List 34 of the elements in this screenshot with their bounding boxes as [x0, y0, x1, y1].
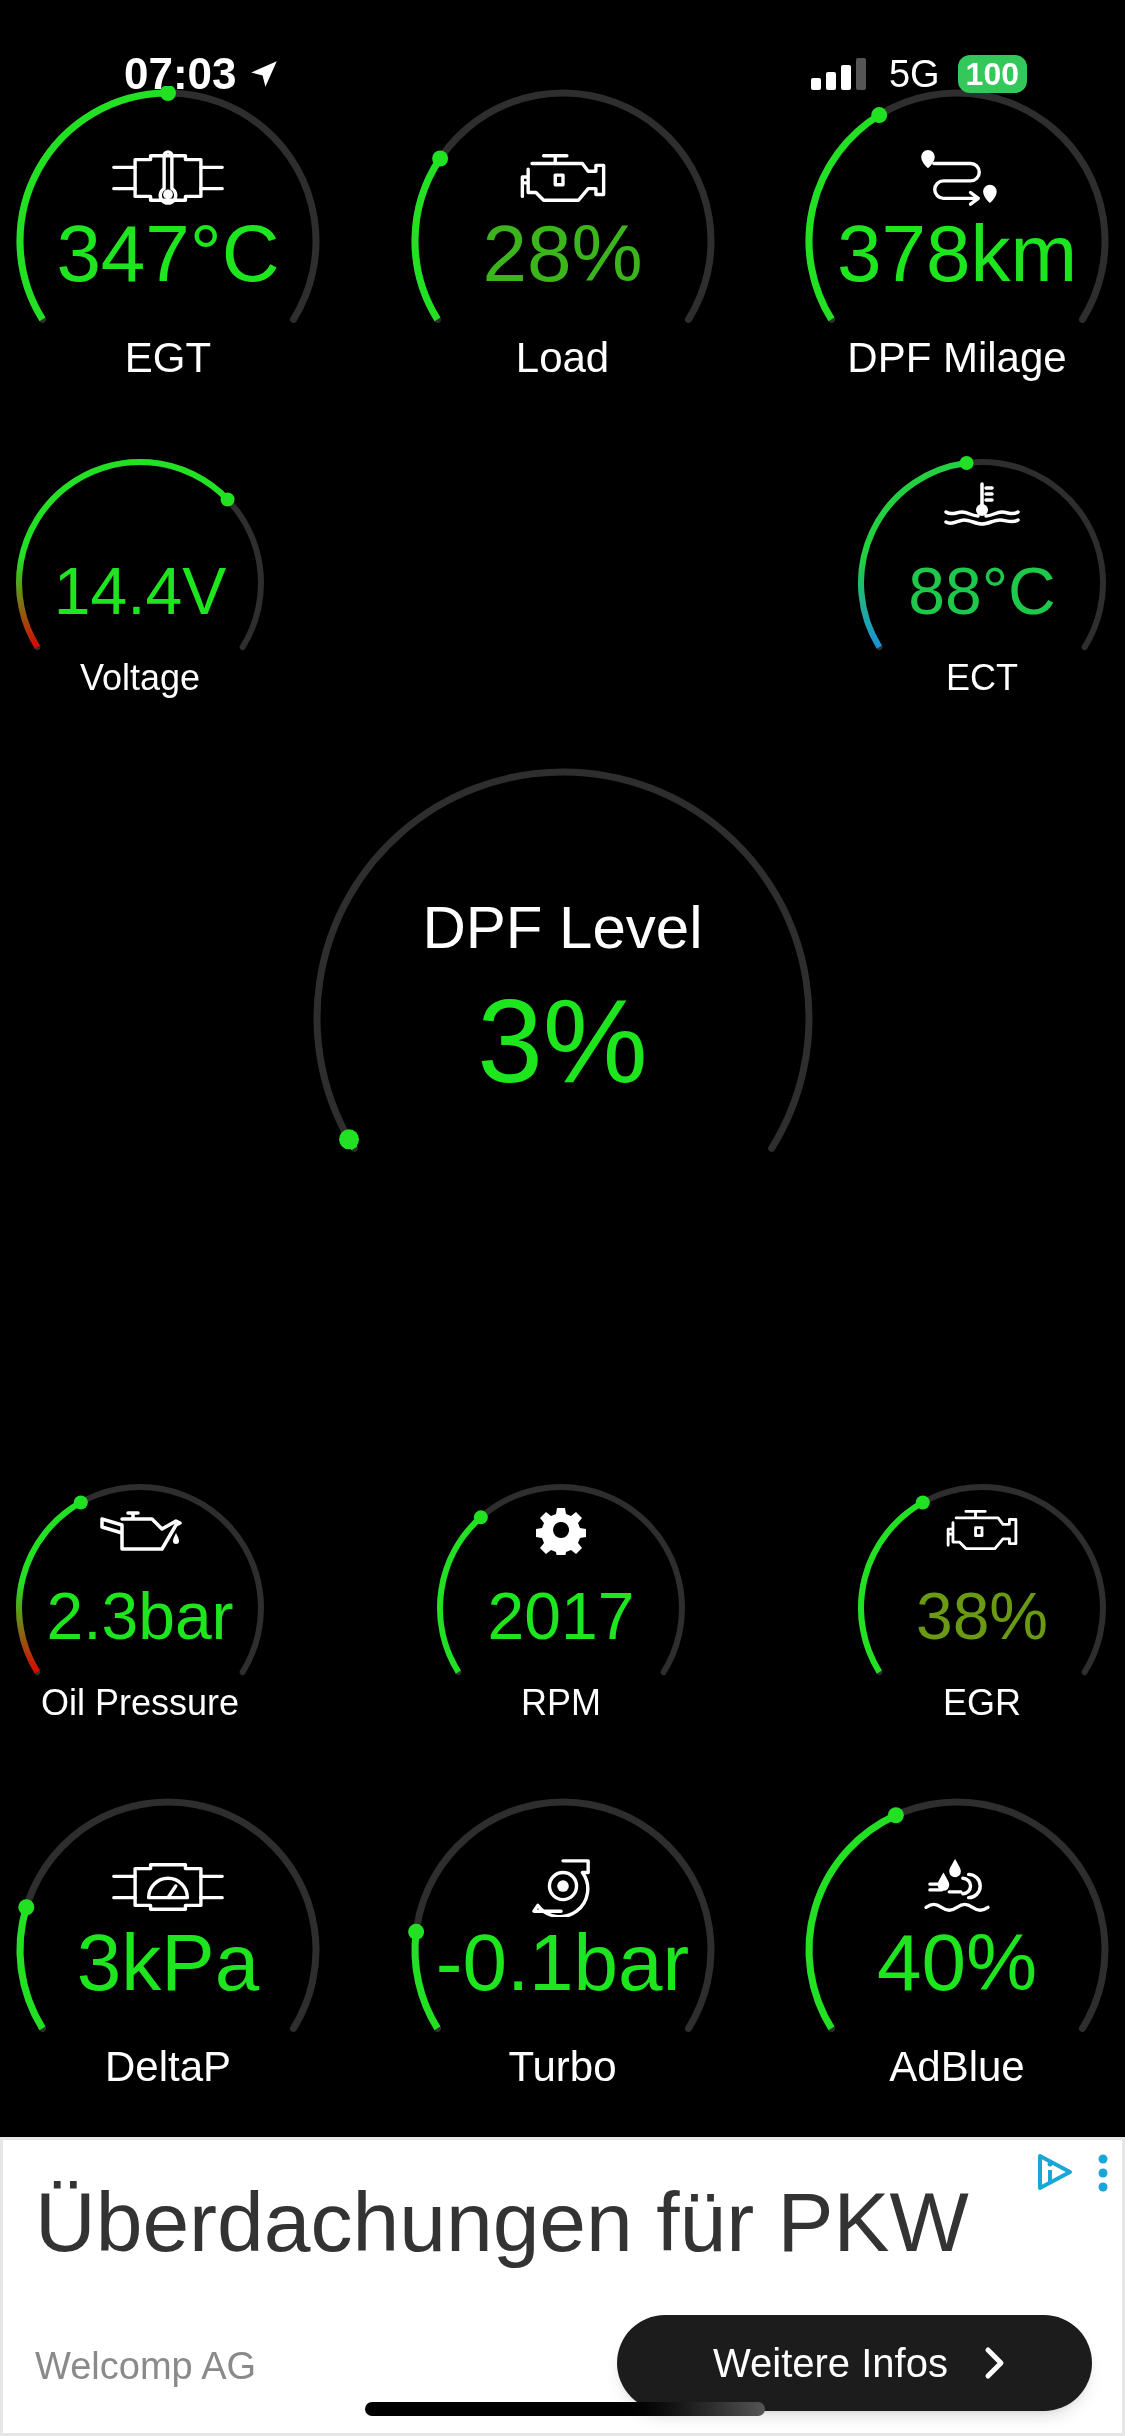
gauge-label: DeltaP: [104, 2046, 232, 2088]
gauge-value: 3%: [477, 982, 648, 1100]
gauge-value: 2017: [487, 1583, 635, 1649]
gauge-value: 3kPa: [76, 1923, 260, 2003]
gauge-value: 40%: [876, 1923, 1038, 2003]
gauge-label: ECT: [946, 660, 1018, 696]
gauge-value: 14.4V: [53, 558, 227, 624]
signal-icon: [810, 58, 869, 90]
gauge-label: Load: [515, 337, 610, 379]
gauge-value: 347°C: [56, 214, 280, 294]
status-time: 07:03: [124, 52, 237, 96]
network-type: 5G: [888, 55, 940, 93]
home-indicator[interactable]: [365, 2402, 765, 2416]
gauge-label: EGR: [943, 1685, 1021, 1721]
chevron-right-icon: [983, 2346, 1006, 2380]
more-options-icon[interactable]: [1096, 2154, 1110, 2192]
gauge-label: Voltage: [79, 660, 201, 696]
gauge-value: 28%: [482, 214, 643, 294]
gauge-value: 38%: [915, 1583, 1049, 1649]
gauge-label: Oil Pressure: [40, 1685, 240, 1721]
gauge-value: -0.1bar: [435, 1923, 690, 2003]
gauge-title: DPF Level: [422, 898, 703, 958]
gauge-value: 378km: [836, 214, 1078, 294]
advertiser-name: Welcomp AG: [35, 2347, 257, 2385]
gauge-value: 2.3bar: [46, 1583, 234, 1649]
gauge-label: EGT: [124, 337, 212, 379]
more-info-button[interactable]: Weitere Infos: [617, 2315, 1092, 2411]
gauge-label: Turbo: [508, 2046, 617, 2088]
gauge-value: 88°C: [908, 558, 1056, 624]
gauge-label: RPM: [521, 1685, 601, 1721]
gauge-fill: [338, 1129, 359, 1151]
gauge-label: DPF Milage: [847, 337, 1067, 379]
battery-indicator: 100: [957, 55, 1027, 93]
gauge-label: AdBlue: [889, 2046, 1025, 2088]
